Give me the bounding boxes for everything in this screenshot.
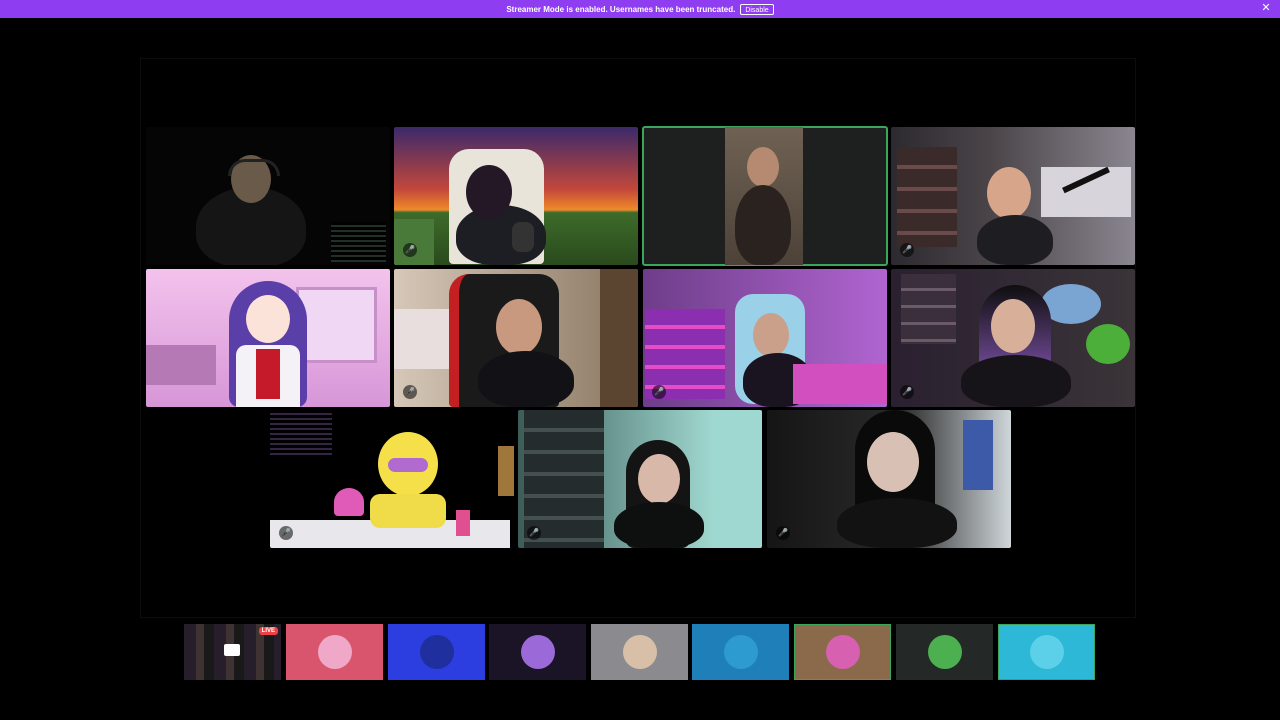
streamer-figure [735, 185, 791, 265]
video-tile[interactable] [146, 269, 390, 407]
stream-preview-thumbnail[interactable]: LIVE [184, 624, 281, 680]
video-tile[interactable]: 🎤 [643, 269, 887, 407]
avatar [520, 635, 555, 669]
avatar [927, 635, 962, 669]
streamer-mode-message: Streamer Mode is enabled. Usernames have… [506, 4, 736, 14]
streamer-figure [614, 502, 704, 548]
video-tile[interactable]: 🎤 [518, 410, 762, 548]
vtuber-face [246, 295, 290, 343]
video-tile[interactable]: 🎤 [767, 410, 1011, 548]
shelf-graphic [897, 147, 957, 247]
poster-graphic [498, 446, 514, 496]
streamer-head [753, 313, 789, 357]
streamer-head [987, 167, 1031, 219]
muted-mic-icon: 🎤 [403, 385, 417, 399]
muted-mic-icon: 🎤 [776, 526, 790, 540]
muted-mic-icon: 🎤 [403, 243, 417, 257]
participant-avatar-tile[interactable] [286, 624, 383, 680]
video-tile[interactable]: 🎤 [394, 127, 638, 265]
headset-graphic [228, 159, 280, 176]
avatar [825, 635, 860, 669]
bed-graphic [1041, 167, 1131, 217]
microphone-graphic [512, 222, 534, 252]
chat-overlay [331, 222, 386, 262]
screen-share-icon [224, 644, 240, 656]
participant-avatar-tile[interactable] [388, 624, 485, 680]
shelf-graphic [901, 274, 956, 344]
close-icon[interactable]: ✕ [1260, 2, 1272, 14]
video-tile[interactable]: 🎤 [270, 410, 514, 548]
streamer-figure [478, 351, 574, 407]
participant-avatar-tile-speaking[interactable] [794, 624, 891, 680]
participant-avatar-tile[interactable] [591, 624, 688, 680]
streamer-head [991, 299, 1035, 353]
door-graphic [600, 269, 638, 407]
disable-streamer-mode-button[interactable]: Disable [740, 3, 774, 15]
participant-avatar-tile[interactable] [692, 624, 789, 680]
streamer-figure [837, 498, 957, 548]
muted-mic-icon: 🎤 [279, 526, 293, 540]
avatar [317, 635, 352, 669]
streamer-head [496, 299, 542, 355]
video-tile[interactable]: 🎤 [891, 127, 1135, 265]
muted-mic-icon: 🎤 [652, 385, 666, 399]
cupcake-graphic [334, 488, 364, 516]
video-tile-speaking[interactable] [642, 126, 888, 266]
avatar [723, 635, 758, 669]
vtuber-dress [256, 349, 280, 399]
desk-graphic [793, 364, 887, 404]
avatar [622, 635, 657, 669]
muted-mic-icon: 🎤 [900, 385, 914, 399]
streamer-head [747, 147, 779, 187]
streamer-mode-banner: Streamer Mode is enabled. Usernames have… [0, 0, 1280, 18]
desk-graphic [146, 345, 216, 385]
drink-graphic [456, 510, 470, 536]
streamer-head [638, 454, 680, 504]
streamer-head [867, 432, 919, 492]
streamer-figure [977, 215, 1053, 265]
streamer-head [466, 165, 512, 219]
avatar [1029, 635, 1064, 669]
animatronic-eyes [388, 458, 428, 472]
live-badge: LIVE [258, 627, 278, 635]
participant-avatar-tile[interactable] [489, 624, 586, 680]
video-tile[interactable] [146, 127, 390, 265]
avatar [419, 635, 454, 669]
participant-avatar-tile[interactable] [896, 624, 993, 680]
animatronic-body [370, 494, 446, 528]
window-graphic [296, 287, 377, 363]
plush-graphic [1086, 324, 1130, 364]
poster-graphic [963, 420, 993, 490]
minecraft-block-left [394, 219, 434, 265]
chat-overlay [270, 410, 332, 456]
video-tile[interactable]: 🎤 [394, 269, 638, 407]
participant-avatar-tile[interactable] [998, 624, 1095, 680]
streamer-figure [961, 355, 1071, 407]
muted-mic-icon: 🎤 [527, 526, 541, 540]
video-tile[interactable]: 🎤 [891, 269, 1135, 407]
muted-mic-icon: 🎤 [900, 243, 914, 257]
